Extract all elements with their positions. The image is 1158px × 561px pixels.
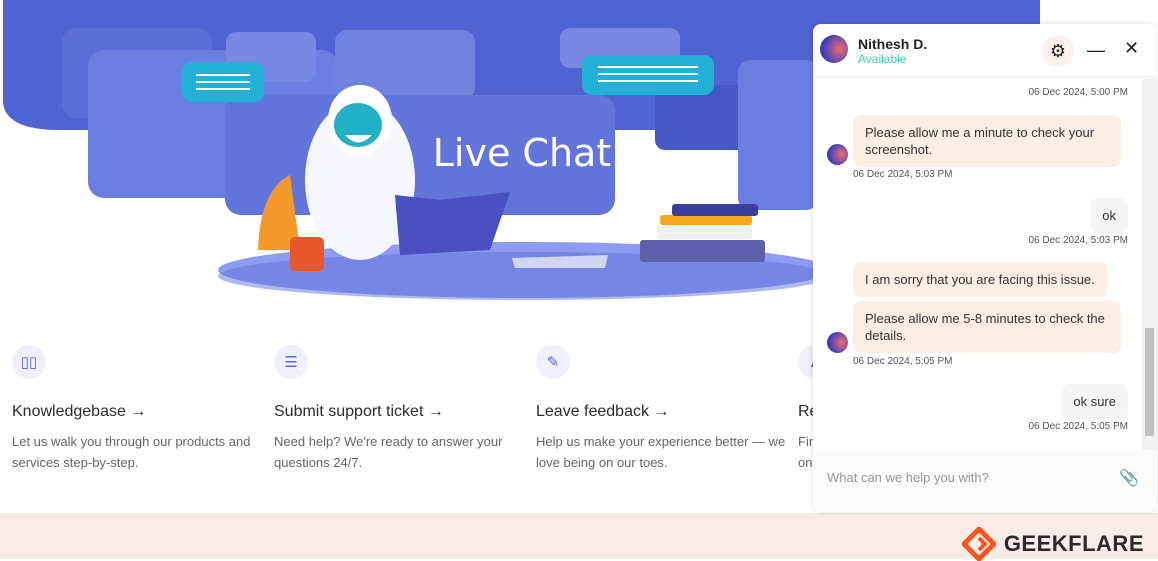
- paperclip-icon[interactable]: 📎: [1119, 468, 1139, 488]
- card-title[interactable]: Submit support ticket →: [274, 403, 524, 421]
- book-icon: ▯▯: [12, 345, 46, 379]
- card-title[interactable]: Knowledgebase →: [12, 403, 262, 421]
- message-time: 06 Dec 2024, 5:03 PM: [853, 169, 953, 180]
- message-list: 06 Dec 2024, 5:00 PM Please allow me a m…: [813, 78, 1142, 450]
- feedback-icon: ✎: [536, 345, 570, 379]
- agent-message: Please allow me 5-8 minutes to check the…: [853, 301, 1121, 353]
- agent-avatar: [827, 144, 848, 165]
- message-scrollbar[interactable]: [1142, 78, 1157, 450]
- message-time: 06 Dec 2024, 5:03 PM: [1028, 235, 1128, 246]
- geekflare-logo: GEEKFLARE: [961, 527, 1144, 561]
- message-time: 06 Dec 2024, 5:00 PM: [1028, 87, 1128, 98]
- card-desc: Help us make your experience better — we…: [536, 434, 786, 470]
- minimize-icon[interactable]: —: [1087, 40, 1105, 61]
- geekflare-logo-icon: [961, 527, 996, 561]
- agent-message: Please allow me a minute to check your s…: [853, 115, 1121, 167]
- message-time: 06 Dec 2024, 5:05 PM: [853, 356, 953, 367]
- user-message: ok sure: [1061, 384, 1128, 419]
- card-desc: Need help? We're ready to answer your qu…: [274, 434, 503, 470]
- message-time: 06 Dec 2024, 5:05 PM: [1028, 421, 1128, 432]
- hero-title: Live Chat: [433, 131, 611, 175]
- agent-name: Nithesh D.: [858, 36, 928, 52]
- settings-gear-icon[interactable]: ⚙: [1042, 35, 1074, 67]
- card-leave-feedback[interactable]: ✎ Leave feedback → Help us make your exp…: [536, 345, 786, 473]
- card-submit-ticket[interactable]: ☰ Submit support ticket → Need help? We'…: [274, 345, 524, 473]
- message-input[interactable]: [827, 470, 1107, 485]
- close-icon[interactable]: ✕: [1124, 38, 1139, 59]
- agent-avatar: [820, 35, 848, 63]
- chat-widget: Nithesh D. Available ⚙ — ✕ 06 Dec 2024, …: [813, 24, 1157, 512]
- agent-avatar: [827, 332, 848, 353]
- composer: 📎: [813, 450, 1157, 512]
- card-desc: Let us walk you through our products and…: [12, 434, 251, 470]
- agent-message: I am sorry that you are facing this issu…: [853, 262, 1107, 297]
- scrollbar-thumb[interactable]: [1145, 328, 1154, 436]
- card-title[interactable]: Leave feedback →: [536, 403, 786, 421]
- card-knowledgebase[interactable]: ▯▯ Knowledgebase → Let us walk you throu…: [12, 345, 262, 473]
- brand-name: GEEKFLARE: [1003, 531, 1144, 556]
- chat-header: Nithesh D. Available ⚙ — ✕: [813, 24, 1157, 77]
- footer: GEEKFLARE: [0, 513, 1158, 561]
- agent-status: Available: [858, 52, 907, 66]
- card-desc: Fin on: [798, 434, 817, 470]
- ticket-icon: ☰: [274, 345, 308, 379]
- user-message: ok: [1090, 198, 1128, 233]
